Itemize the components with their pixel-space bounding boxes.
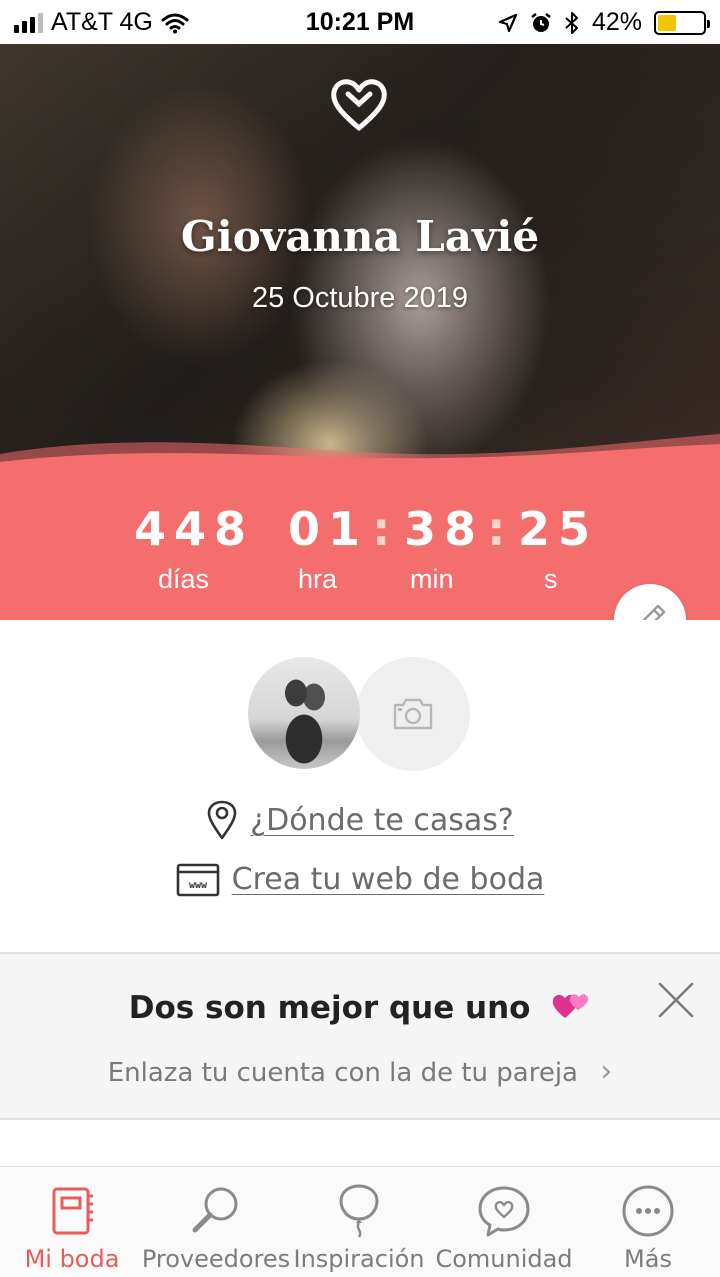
planner-book-icon (52, 1187, 93, 1235)
tab-proveedores[interactable]: Proveedores (142, 1167, 290, 1277)
tab-label: Inspiración (293, 1245, 425, 1273)
venue-link-label[interactable]: ¿Dónde te casas? (250, 803, 514, 838)
heart-icon (331, 79, 387, 131)
countdown-separator: : (372, 502, 391, 556)
tab-bar: Mi boda Proveedores Inspiración Comunida… (0, 1166, 720, 1277)
wedding-date: 25 Octubre 2019 (251, 282, 469, 314)
tab-label: Mi boda (24, 1245, 120, 1273)
venue-link[interactable]: ¿Dónde te casas? (0, 800, 720, 840)
location-pin-icon (207, 800, 237, 840)
countdown-days: 448 (134, 502, 255, 556)
browser-window-icon: www (176, 863, 219, 896)
minutes-label: min (410, 564, 454, 594)
tab-label: Proveedores (141, 1245, 291, 1273)
tab-comunidad[interactable]: Comunidad (435, 1167, 573, 1277)
days-label: días (158, 564, 210, 594)
website-link[interactable]: www Crea tu web de boda (0, 862, 720, 897)
status-right: 42% (498, 8, 710, 37)
couple-hero: Giovanna Lavié 25 Octubre 2019 448 01 : … (0, 44, 720, 620)
close-icon[interactable] (656, 980, 696, 1020)
tab-label: Comunidad (435, 1245, 573, 1273)
bluetooth-icon (565, 11, 578, 34)
tab-mi-boda[interactable]: Mi boda (18, 1167, 126, 1277)
promo-subtitle-text: Enlaza tu cuenta con la de tu pareja (107, 1058, 578, 1088)
battery-fill (658, 14, 677, 31)
countdown-hours: 01 (288, 502, 369, 556)
heart-chat-bubble-icon (478, 1186, 530, 1237)
add-partner-photo-button[interactable] (356, 657, 470, 771)
hours-label: hra (298, 564, 338, 594)
promo-subtitle[interactable]: Enlaza tu cuenta con la de tu pareja › (0, 1054, 720, 1089)
camera-icon (393, 698, 433, 730)
website-link-label[interactable]: Crea tu web de boda (232, 862, 545, 897)
seconds-label: s (544, 564, 558, 594)
tab-inspiracion[interactable]: Inspiración (293, 1167, 425, 1277)
status-bar: AT&T 4G 10:21 PM 42% (0, 0, 720, 44)
countdown-separator: : (487, 502, 506, 556)
svg-text:www: www (189, 880, 208, 891)
partner-promo-card[interactable]: Dos son mejor que uno Enlaza tu cuenta c… (0, 952, 720, 1120)
location-arrow-icon (498, 13, 518, 32)
avatar[interactable] (248, 657, 360, 769)
tab-label: Más (624, 1245, 672, 1273)
app-screen: AT&T 4G 10:21 PM 42% Giovanna Lavié 25 O… (0, 0, 720, 1277)
countdown-seconds: 25 (518, 502, 599, 556)
magnifier-icon (192, 1187, 238, 1233)
more-dots-icon (622, 1185, 674, 1237)
two-hearts-icon (553, 994, 589, 1018)
content-peek (0, 1122, 720, 1168)
pencil-icon (642, 604, 666, 620)
battery-percent: 42% (591, 8, 642, 36)
battery-icon (654, 10, 710, 35)
chevron-right-icon: › (600, 1054, 613, 1089)
alarm-icon (531, 12, 551, 32)
promo-title-text: Dos son mejor que uno (128, 990, 531, 1026)
couple-names: Giovanna Lavié (180, 212, 540, 261)
countdown-minutes: 38 (404, 502, 485, 556)
balloon-icon (339, 1184, 379, 1238)
tab-mas[interactable]: Más (600, 1167, 696, 1277)
promo-title: Dos son mejor que uno (0, 988, 720, 1026)
countdown: 448 01 : 38 : 25 días hra min s (0, 502, 720, 612)
